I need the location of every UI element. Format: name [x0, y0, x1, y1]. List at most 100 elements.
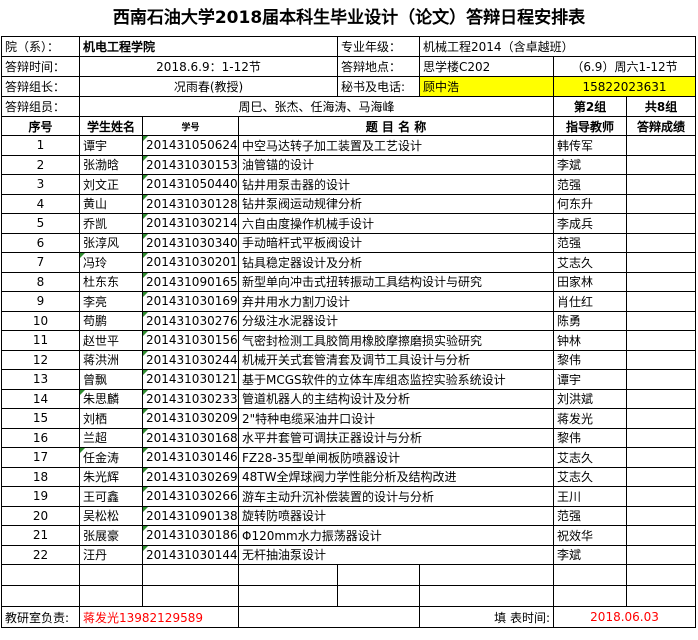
- col-topic-header: 题 目 名 称: [237, 116, 555, 136]
- row-student-id: 201431030168: [142, 427, 239, 448]
- major-value: 机械工程2014（含卓越班）: [419, 36, 697, 57]
- row-seq: 7: [1, 252, 80, 273]
- column-header-row: 序号 学生姓名 学号 题 目 名 称 指导教师 答辩成绩: [1, 116, 697, 136]
- row-student-id: 201431030214: [142, 213, 239, 234]
- row-student-name: 汪丹: [79, 544, 143, 565]
- row-advisor: 范强: [553, 232, 628, 253]
- row-student-name: 蒋洪洲: [79, 349, 143, 370]
- row-grade: [626, 388, 697, 409]
- row-student-id: 201431030209: [142, 408, 239, 429]
- row-topic: 钻井用泵击器的设计: [237, 174, 555, 195]
- row-student-id: 201431030244: [142, 349, 239, 370]
- row-advisor: 韩传军: [553, 135, 628, 156]
- blank-cell: [419, 564, 555, 586]
- place-label: 答辩地点：: [337, 56, 421, 77]
- table-row: 9 李亮 201431030169 弃井用水力割刀设计 肖仕红: [1, 291, 697, 312]
- members-label: 答辩组员：: [1, 96, 80, 117]
- student-rows: 1 谭宇 201431050624 中空马达转子加工装置及工艺设计 韩传军 2 张渤晗 201…: [1, 135, 697, 565]
- row-student-name: 吴松松: [79, 505, 143, 526]
- row-advisor: 钟林: [553, 330, 628, 351]
- row-topic: 48TW全焊球阀力学性能分析及结构改进: [237, 466, 555, 487]
- secretary-label: 秘书及电话:: [337, 76, 421, 97]
- table-row: 12 蒋洪洲 201431030244 机械开关式套管清套及调节工具设计与分析 黎伟: [1, 349, 697, 370]
- blank-cell: [626, 585, 697, 607]
- table-row: 7 冯玲 201431030201 钻具稳定器设计及分析 艾志久: [1, 252, 697, 273]
- blank-cell: [419, 585, 555, 607]
- row-student-name: 黄山: [79, 193, 143, 214]
- row-topic: 分级注水泥器设计: [237, 310, 555, 331]
- row-student-name: 王可鑫: [79, 486, 143, 507]
- row-grade: [626, 427, 697, 448]
- row-student-name: 兰超: [79, 427, 143, 448]
- blank-cell: [142, 564, 239, 586]
- major-label: 专业年级：: [337, 36, 421, 57]
- row-seq: 8: [1, 271, 80, 292]
- row-advisor: 黎伟: [553, 427, 628, 448]
- row-topic: 气密封检测工具胶筒用橡胶摩擦磨损实验研究: [237, 330, 555, 351]
- date-value: 2018.06.03: [553, 606, 697, 628]
- blank-row: [1, 564, 697, 586]
- row-advisor: 祝效华: [553, 525, 628, 546]
- blank-cell: [237, 585, 339, 607]
- row-seq: 6: [1, 232, 80, 253]
- blank-cell: [142, 585, 239, 607]
- row-student-id: 201431050624: [142, 135, 239, 156]
- row-student-name: 乔凯: [79, 213, 143, 234]
- table-row: 10 苟鹏 201431030276 分级注水泥器设计 陈勇: [1, 310, 697, 331]
- row-seq: 10: [1, 310, 80, 331]
- row-grade: [626, 525, 697, 546]
- row-student-id: 201431030340: [142, 232, 239, 253]
- row-topic: 中空马达转子加工装置及工艺设计: [237, 135, 555, 156]
- table-row: 19 王可鑫 201431030266 游车主动升沉补偿装置的设计与分析 王川: [1, 486, 697, 507]
- row-topic: 旋转防喷器设计: [237, 505, 555, 526]
- row-student-name: 李亮: [79, 291, 143, 312]
- college-value: 机电工程学院: [78, 36, 339, 57]
- footer-row: 教研室负责: 蒋发光13982129589 填 表时间: 2018.06.03: [1, 606, 697, 628]
- info-row-college: 院（系）： 机电工程学院 专业年级： 机械工程2014（含卓越班）: [1, 36, 697, 57]
- row-advisor: 李斌: [553, 544, 628, 565]
- row-student-id: 201431030144: [142, 544, 239, 565]
- leader-label: 答辩组长：: [1, 76, 80, 97]
- secretary-name: 顾中浩: [419, 76, 555, 97]
- row-advisor: 黎伟: [553, 349, 628, 370]
- row-topic: 基于MCGS软件的立体车库组态监控实验系统设计: [237, 369, 555, 390]
- row-seq: 12: [1, 349, 80, 370]
- schedule-sheet: 西南石油大学2018届本科生毕业设计（论文）答辩日程安排表 院（系）： 机电工程…: [0, 0, 698, 640]
- row-grade: [626, 310, 697, 331]
- row-seq: 11: [1, 330, 80, 351]
- table-row: 15 刘栖 201431030209 2"特种电缆采油井口设计 蒋发光: [1, 408, 697, 429]
- row-grade: [626, 408, 697, 429]
- table-row: 1 谭宇 201431050624 中空马达转子加工装置及工艺设计 韩传军: [1, 135, 697, 156]
- blank-cell: [79, 585, 143, 607]
- row-topic: 游车主动升沉补偿装置的设计与分析: [237, 486, 555, 507]
- group-total: 共8组: [626, 96, 697, 117]
- row-student-name: 赵世平: [79, 330, 143, 351]
- row-advisor: 范强: [553, 505, 628, 526]
- row-advisor: 刘洪斌: [553, 388, 628, 409]
- row-seq: 19: [1, 486, 80, 507]
- time-label: 答辩时间：: [1, 56, 80, 77]
- row-student-name: 苟鹏: [79, 310, 143, 331]
- table-row: 13 曾飘 201431030121 基于MCGS软件的立体车库组态监控实验系统设计谭…: [1, 369, 697, 390]
- blank-cell: [337, 585, 421, 607]
- info-row-members: 答辩组员： 周巳、张杰、任海涛、马海峰 第2组 共8组: [1, 96, 697, 117]
- table-row: 11 赵世平 201431030156 气密封检测工具胶筒用橡胶摩擦磨损实验研究 钟林: [1, 330, 697, 351]
- row-topic: 六自由度操作机械手设计: [237, 213, 555, 234]
- group-number: 第2组: [553, 96, 628, 117]
- row-seq: 17: [1, 447, 80, 468]
- row-student-id: 201431030156: [142, 330, 239, 351]
- row-seq: 15: [1, 408, 80, 429]
- row-advisor: 陈勇: [553, 310, 628, 331]
- row-student-id: 201431030201: [142, 252, 239, 273]
- row-student-name: 杜东东: [79, 271, 143, 292]
- row-grade: [626, 154, 697, 175]
- row-topic: 手动暗杆式平板阀设计: [237, 232, 555, 253]
- row-topic: Φ120mm水力振荡器设计: [237, 525, 555, 546]
- row-grade: [626, 271, 697, 292]
- row-student-name: 任金涛: [79, 447, 143, 468]
- row-grade: [626, 213, 697, 234]
- row-advisor: 蒋发光: [553, 408, 628, 429]
- row-topic: 管道机器人的主结构设计及分析: [237, 388, 555, 409]
- row-grade: [626, 174, 697, 195]
- place-value: 思学楼C202: [419, 56, 555, 77]
